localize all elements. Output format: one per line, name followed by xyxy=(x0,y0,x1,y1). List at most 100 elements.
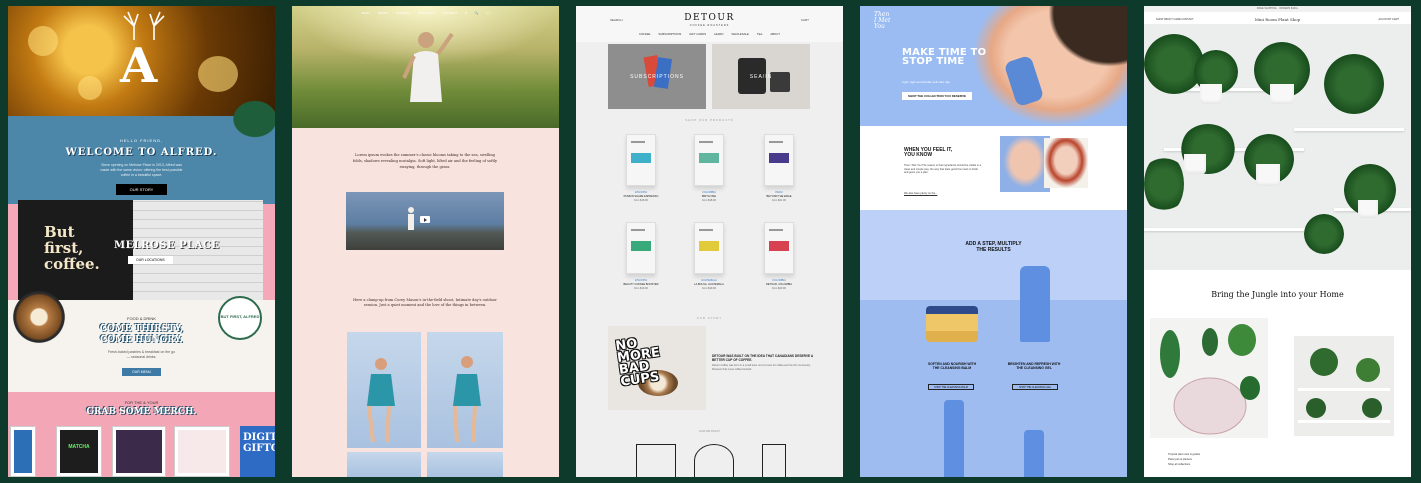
shelf-plants-image[interactable] xyxy=(1294,336,1394,436)
product-price: from $19.00 xyxy=(702,287,716,290)
nav-item-journal[interactable]: JOURNAL xyxy=(396,11,410,15)
plant-pot xyxy=(1256,164,1280,186)
hero-headline: MAKE TIME TO STOP TIME xyxy=(902,47,987,67)
matcha-label: MATCHA xyxy=(68,444,90,450)
cleansing-gel-image[interactable] xyxy=(1020,266,1050,342)
cleansing-balm-image[interactable] xyxy=(926,306,978,342)
search-icon[interactable]: 🔍 xyxy=(475,11,479,15)
coffee-bag-image xyxy=(694,222,724,274)
melrose-section: But first, coffee. MELROSE PLACE OUR LOC… xyxy=(18,200,263,300)
product-price: from $18.00 xyxy=(702,199,716,202)
heart-icon[interactable]: ♥ xyxy=(465,11,467,15)
step-heading-line: THE RESULTS xyxy=(976,246,1011,253)
palm-leaf-icon xyxy=(225,94,275,144)
header: SEARCH DETOUR COFFEE ROASTERS CART COFFE… xyxy=(576,6,843,42)
footer-link[interactable]: Shop all collections xyxy=(1168,462,1200,467)
nav-item-about[interactable]: ABOUT xyxy=(378,11,388,15)
account-cart-links[interactable]: ACCOUNT CART xyxy=(1378,18,1399,21)
nav-item-tea[interactable]: TEA xyxy=(757,32,762,36)
products-section-title: SHOP OUR PRODUCTS xyxy=(685,118,734,122)
nav-item-about[interactable]: ABOUT xyxy=(770,32,780,36)
nav-item-stockists[interactable]: STOCKISTS xyxy=(418,11,435,15)
our-story-button[interactable]: OUR STORY xyxy=(115,184,168,195)
nav-item-subscriptions[interactable]: SUBSCRIPTIONS xyxy=(658,32,681,36)
nav-item-learn[interactable]: LEARN xyxy=(714,32,723,36)
photo-tile xyxy=(347,452,421,477)
product-card[interactable]: PERU BEYOND THE EDGE from $21.00 xyxy=(754,134,804,202)
nav-item-shop[interactable]: SHOP xyxy=(361,11,370,15)
model-image xyxy=(1000,136,1050,192)
product-origin: COLOMBIA xyxy=(702,191,716,194)
story-body: Detour Coffee was born in a small town o… xyxy=(712,364,811,371)
shop-balm-button[interactable]: SHOP THE CLEANSING BALM xyxy=(928,384,974,390)
product-price: from $20.00 xyxy=(772,287,786,290)
merch-card[interactable] xyxy=(10,426,36,477)
nav-item-coffee[interactable]: COFFEE xyxy=(639,32,650,36)
video-player[interactable] xyxy=(346,192,504,250)
dancer-figure-icon xyxy=(402,32,454,102)
coffee-bag-image xyxy=(653,57,673,89)
nav-item-gift-cards[interactable]: GIFT CARDS xyxy=(689,32,706,36)
digital-giftcard-card[interactable]: DIGITA GIFTC xyxy=(240,426,275,477)
announcement-bar: FREE SHIPPING · ORDERS $100+ xyxy=(1144,6,1411,12)
plant-pot xyxy=(1358,200,1378,218)
alfred-logo[interactable]: A xyxy=(120,38,157,94)
sign-line: coffee. xyxy=(44,255,100,273)
plant-pot xyxy=(1184,154,1206,174)
melrose-title: MELROSE PLACE xyxy=(114,240,220,251)
product-bottle-image xyxy=(944,400,964,477)
feel-section: WHEN YOU FEEL IT, YOU KNOW Then I Met Yo… xyxy=(860,126,1127,210)
gear-tile[interactable]: SEA/IN xyxy=(712,44,810,109)
brand-line: You xyxy=(874,23,885,30)
brand-logo[interactable]: Then I Met You xyxy=(874,12,890,30)
plant-foliage xyxy=(1304,214,1344,254)
product-name[interactable]: PUMKIN SHARE ESPRESSO xyxy=(616,195,666,198)
product-card[interactable]: ETHIOPIA PUMKIN SHARE ESPRESSO from $18.… xyxy=(616,134,666,202)
screenshot-detour: SEARCH DETOUR COFFEE ROASTERS CART COFFE… xyxy=(576,6,843,477)
hero-subtext: Light, tight and flexible self-care day. xyxy=(902,80,951,84)
welcome-body: Since opening on Melrose Place in 2013, … xyxy=(100,163,183,177)
product-name[interactable]: LA BOLSA, GUATEMALA xyxy=(684,283,734,286)
shelf xyxy=(1144,228,1314,231)
pourover-sketch-icon xyxy=(694,444,734,477)
product-card[interactable]: GUATEMALA LA BOLSA, GUATEMALA from $19.0… xyxy=(684,222,734,290)
subscriptions-label: SUBSCRIPTIONS xyxy=(630,74,684,80)
nav-item-contact[interactable]: CONTACT xyxy=(443,11,457,15)
subscriptions-tile[interactable]: SUBSCRIPTIONS xyxy=(608,44,706,109)
product-name[interactable]: BIRTH ONE xyxy=(684,195,734,198)
cart-link[interactable]: CART xyxy=(801,18,809,22)
leaves-flatlay-image[interactable] xyxy=(1150,318,1268,438)
merch-card[interactable]: MATCHA xyxy=(56,426,102,477)
product-price: from $21.00 xyxy=(772,199,786,202)
plant-foliage xyxy=(1324,54,1384,114)
screenshot-then-i-met-you: Then I Met You MAKE TIME TO STOP TIME Li… xyxy=(860,6,1127,477)
play-icon[interactable] xyxy=(420,216,430,223)
our-locations-button[interactable]: OUR LOCATIONS xyxy=(128,256,173,264)
product-name[interactable]: BEYOND THE EDGE xyxy=(754,195,804,198)
step-heading: ADD A STEP, MULTIPLY THE RESULTS xyxy=(860,241,1127,253)
no-more-bad-cups-text: NO MORE BAD CUPS xyxy=(615,335,664,390)
plant-foliage xyxy=(1144,154,1184,214)
shop-collection-button[interactable]: SHOP THE COLLECTION YOU DESERVE xyxy=(902,92,973,100)
food-body: Fresh-baked pastries & breakfast on the … xyxy=(107,350,176,359)
antler-logo-icon xyxy=(123,11,165,40)
feel-link[interactable]: We also have plenty on the... xyxy=(904,192,937,195)
product-card[interactable]: COLOMBIA DETOUR, COLOMBIA from $20.00 xyxy=(754,222,804,290)
product-name[interactable]: DETOUR, COLOMBIA xyxy=(754,283,804,286)
cart-icon[interactable]: ◯ xyxy=(487,11,490,15)
product-card[interactable]: ETHIOPIA BEAUTY COFFEE BOOSTER from $19.… xyxy=(616,222,666,290)
screenshot-dancer: SHOP ABOUT JOURNAL STOCKISTS CONTACT ♥ 🔍… xyxy=(292,6,559,477)
nav-item-wholesale[interactable]: WHOLESALE xyxy=(731,32,748,36)
shop-logo[interactable]: Mini Room Plant Shop xyxy=(1144,17,1411,22)
our-menu-button[interactable]: OUR MENU xyxy=(121,368,162,376)
product-card[interactable]: COLOMBIA BIRTH ONE from $18.00 xyxy=(684,134,734,202)
merch-card[interactable] xyxy=(112,426,166,477)
coffee-bag-image xyxy=(764,222,794,274)
coffee-bag-image xyxy=(694,134,724,186)
merch-card[interactable] xyxy=(174,426,230,477)
shop-gel-button[interactable]: SHOP THE CLEANSING GEL xyxy=(1012,384,1058,390)
hero-section: Then I Met You MAKE TIME TO STOP TIME Li… xyxy=(860,6,1127,126)
screenshot-plant-shop: FREE SHIPPING · ORDERS $100+ SHOP ABOUT … xyxy=(1144,6,1411,477)
top-nav: SHOP ABOUT JOURNAL STOCKISTS CONTACT ♥ 🔍… xyxy=(292,11,559,15)
product-name[interactable]: BEAUTY COFFEE BOOSTER xyxy=(616,283,666,286)
